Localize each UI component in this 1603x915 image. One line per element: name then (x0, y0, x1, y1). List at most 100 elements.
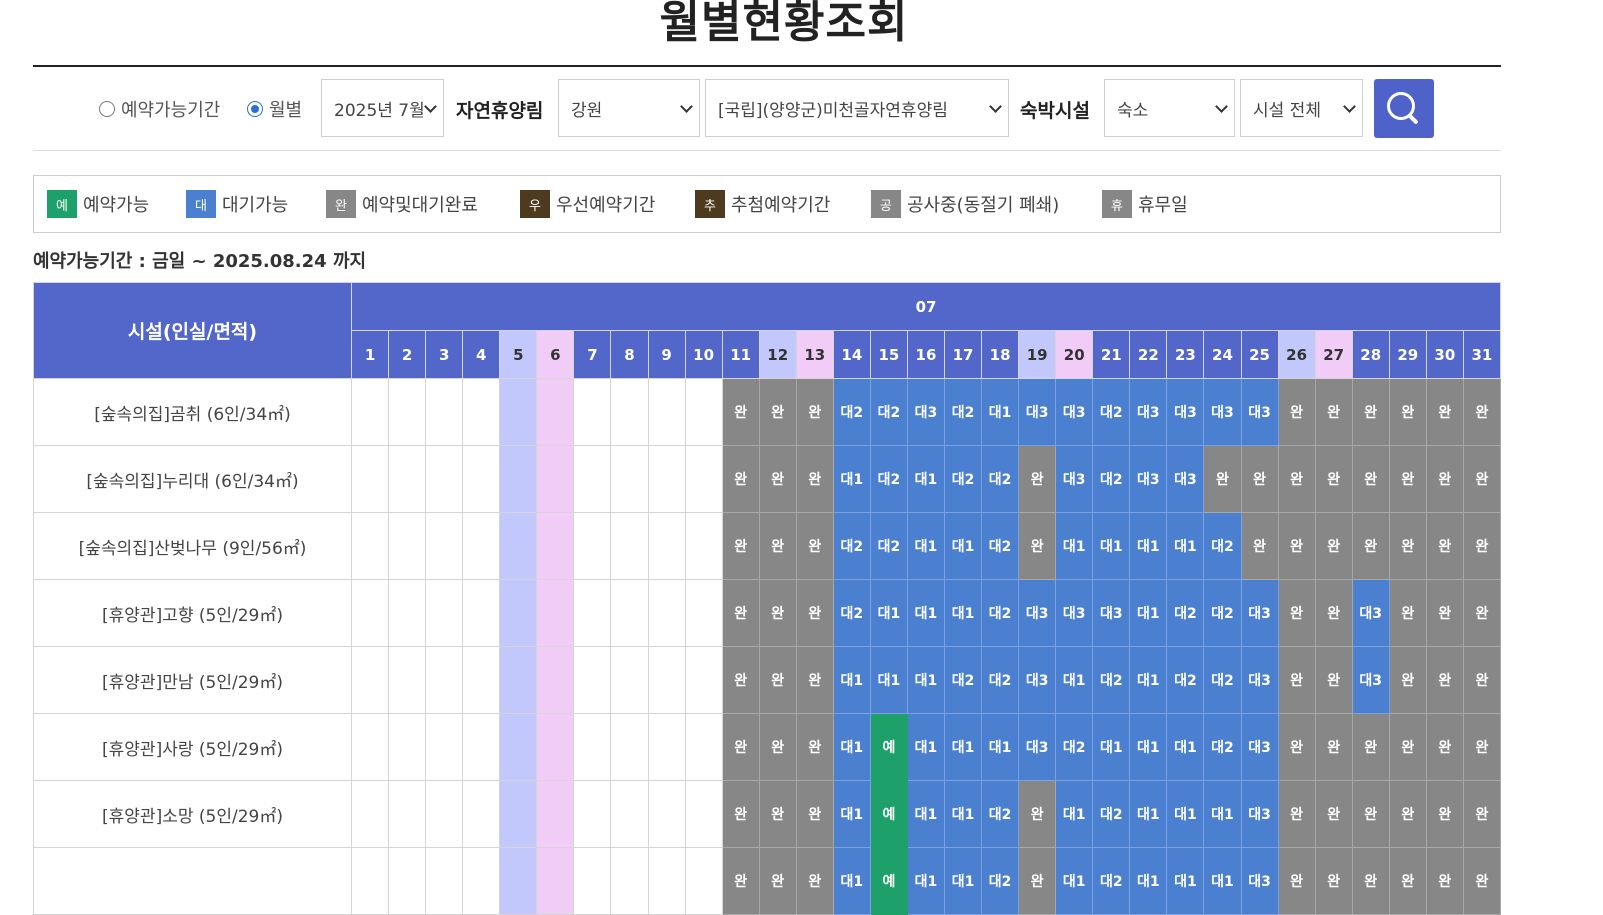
status-cell[interactable]: 대1 (1166, 847, 1205, 915)
status-cell[interactable]: 대3 (1018, 579, 1057, 647)
status-cell[interactable]: 대3 (1240, 847, 1279, 915)
status-cell[interactable]: 대3 (1018, 646, 1057, 714)
status-cell[interactable]: 대1 (906, 445, 946, 513)
status-cell[interactable]: 대2 (1203, 713, 1242, 781)
status-cell[interactable]: 대3 (1092, 579, 1131, 647)
status-cell[interactable]: 대2 (1092, 378, 1131, 446)
status-cell[interactable]: 대3 (1240, 780, 1279, 848)
status-cell[interactable]: 대1 (1129, 512, 1168, 580)
status-cell[interactable]: 대1 (943, 713, 983, 781)
status-cell[interactable]: 대3 (1018, 713, 1057, 781)
status-cell[interactable]: 대3 (1055, 378, 1094, 446)
status-cell[interactable]: 대1 (1129, 847, 1168, 915)
status-cell[interactable]: 대2 (1166, 579, 1205, 647)
status-cell[interactable]: 대1 (869, 579, 908, 647)
status-cell[interactable]: 대1 (1055, 512, 1094, 580)
status-cell[interactable]: 대1 (1129, 713, 1168, 781)
status-cell[interactable]: 대2 (869, 512, 908, 580)
status-cell[interactable]: 대1 (1166, 780, 1205, 848)
status-cell[interactable]: 대3 (1166, 445, 1205, 513)
lodging-type-select[interactable]: 숙소 (1104, 79, 1235, 137)
status-cell[interactable]: 예 (869, 713, 908, 781)
status-cell[interactable]: 대2 (981, 512, 1020, 580)
status-cell[interactable]: 대1 (832, 847, 871, 915)
status-cell[interactable]: 대2 (981, 780, 1020, 848)
radio-period[interactable]: 예약가능기간 (99, 79, 220, 139)
status-cell[interactable]: 대1 (943, 847, 983, 915)
status-cell[interactable]: 대1 (906, 579, 946, 647)
status-cell[interactable]: 대1 (1055, 646, 1094, 714)
status-cell[interactable]: 대2 (981, 646, 1020, 714)
status-cell[interactable]: 대2 (832, 378, 871, 446)
status-cell[interactable]: 대3 (906, 378, 946, 446)
status-cell[interactable]: 대1 (869, 646, 908, 714)
status-cell[interactable]: 대3 (1240, 579, 1279, 647)
status-cell[interactable]: 대2 (1092, 847, 1131, 915)
status-cell[interactable]: 대2 (981, 579, 1020, 647)
status-cell[interactable]: 대2 (1092, 780, 1131, 848)
status-cell[interactable]: 대3 (1203, 378, 1242, 446)
status-cell[interactable]: 대3 (1055, 579, 1094, 647)
status-cell[interactable]: 대3 (1240, 646, 1279, 714)
status-cell[interactable]: 대1 (943, 512, 983, 580)
status-cell[interactable]: 예 (869, 780, 908, 848)
status-cell[interactable]: 대1 (1092, 713, 1131, 781)
status-cell[interactable]: 대2 (1092, 445, 1131, 513)
status-cell[interactable]: 대1 (1055, 780, 1094, 848)
status-cell[interactable]: 대1 (981, 378, 1020, 446)
status-cell[interactable]: 대1 (1166, 713, 1205, 781)
status-cell[interactable]: 대1 (832, 713, 871, 781)
radio-period-dot[interactable] (99, 101, 115, 117)
search-button[interactable] (1374, 79, 1434, 138)
status-cell[interactable]: 대3 (1129, 445, 1168, 513)
status-cell[interactable]: 대2 (832, 512, 871, 580)
status-cell[interactable]: 대3 (1129, 378, 1168, 446)
status-cell[interactable]: 대1 (1203, 847, 1242, 915)
status-cell[interactable]: 대2 (869, 378, 908, 446)
status-cell[interactable]: 대2 (1055, 713, 1094, 781)
status-cell[interactable]: 대3 (1240, 378, 1279, 446)
status-cell[interactable]: 대1 (832, 445, 871, 513)
month-select[interactable]: 2025년 7월 (321, 79, 444, 137)
status-cell[interactable]: 대1 (943, 579, 983, 647)
status-cell[interactable]: 대3 (1240, 713, 1279, 781)
status-cell[interactable]: 대3 (1055, 445, 1094, 513)
status-cell[interactable]: 대1 (1129, 646, 1168, 714)
forest-select[interactable]: [국립](양양군)미천골자연휴양림 (705, 79, 1009, 137)
status-cell[interactable]: 대1 (1166, 512, 1205, 580)
status-cell[interactable]: 대2 (943, 445, 983, 513)
status-cell[interactable]: 대1 (1129, 780, 1168, 848)
status-cell[interactable]: 대1 (906, 780, 946, 848)
status-cell[interactable]: 대3 (1018, 378, 1057, 446)
status-cell[interactable]: 대2 (1203, 512, 1242, 580)
status-cell[interactable]: 예 (869, 847, 908, 915)
status-cell[interactable]: 대1 (1129, 579, 1168, 647)
status-cell[interactable]: 대1 (1203, 780, 1242, 848)
status-cell[interactable]: 대2 (869, 445, 908, 513)
status-cell[interactable]: 대2 (943, 378, 983, 446)
status-cell[interactable]: 대1 (981, 713, 1020, 781)
facility-select[interactable]: 시설 전체 (1240, 79, 1363, 137)
status-cell[interactable]: 대1 (832, 646, 871, 714)
region-select[interactable]: 강원 (558, 79, 700, 137)
status-cell[interactable]: 대1 (906, 646, 946, 714)
status-cell[interactable]: 대2 (981, 445, 1020, 513)
status-cell[interactable]: 대2 (981, 847, 1020, 915)
status-cell[interactable]: 대1 (1092, 512, 1131, 580)
status-cell[interactable]: 대3 (1351, 646, 1390, 714)
status-cell[interactable]: 대3 (1351, 579, 1390, 647)
status-cell[interactable]: 대2 (1092, 646, 1131, 714)
status-cell[interactable]: 대3 (1166, 378, 1205, 446)
status-cell[interactable]: 대2 (832, 579, 871, 647)
status-cell[interactable]: 대1 (832, 780, 871, 848)
status-cell[interactable]: 대1 (906, 512, 946, 580)
radio-month-dot[interactable] (247, 101, 263, 117)
status-cell[interactable]: 대2 (943, 646, 983, 714)
status-cell[interactable]: 대1 (943, 780, 983, 848)
status-cell[interactable]: 대1 (1055, 847, 1094, 915)
status-cell[interactable]: 대1 (906, 847, 946, 915)
status-cell[interactable]: 대2 (1203, 646, 1242, 714)
status-cell[interactable]: 대2 (1203, 579, 1242, 647)
radio-month[interactable]: 월별 (247, 79, 302, 139)
status-cell[interactable]: 대2 (1166, 646, 1205, 714)
